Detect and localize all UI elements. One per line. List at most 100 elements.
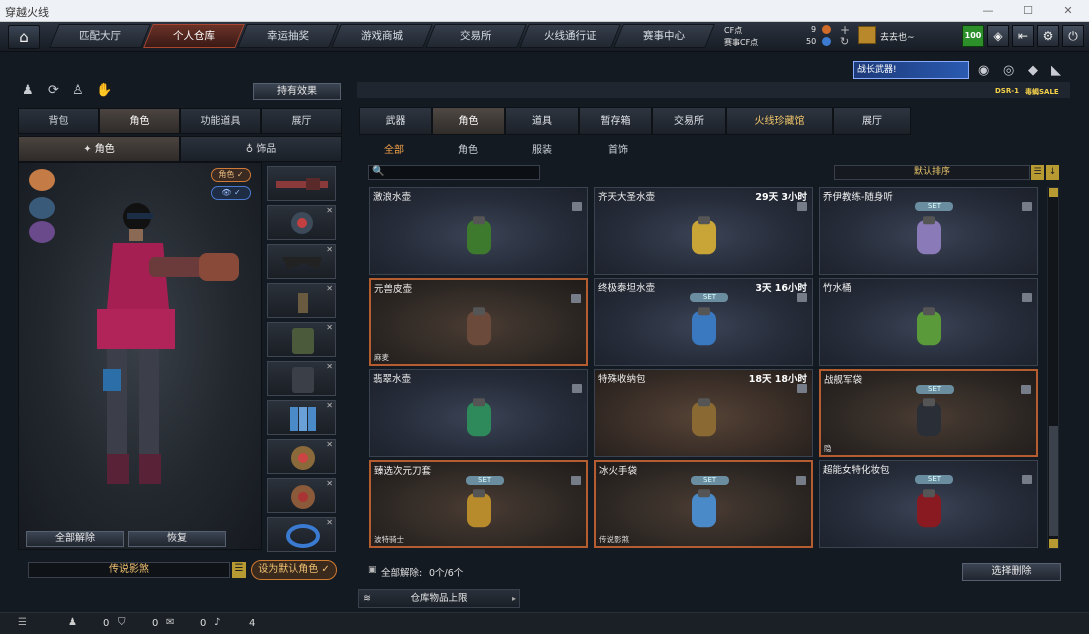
sort-select[interactable]: 默认排序 [834, 165, 1030, 180]
unequip-all-button[interactable]: 全部解除 [26, 531, 124, 547]
tab-showroom[interactable]: 展厅 [261, 108, 342, 134]
remove-icon[interactable]: ✕ [326, 284, 333, 293]
lock-icon[interactable] [572, 384, 582, 393]
equip-slot-item-5[interactable]: ✕ [267, 439, 336, 474]
maximize-icon[interactable]: ☐ [1008, 0, 1048, 22]
refresh-icon[interactable]: ↻ [840, 35, 849, 48]
lock-icon[interactable] [797, 293, 807, 302]
item-card[interactable]: 乔伊教练-随身听 SET [819, 187, 1038, 275]
subtab-jewelry[interactable]: 首饰 [581, 141, 655, 156]
shield-icon[interactable]: ⛉ [118, 617, 126, 628]
equip-slot-item-7[interactable]: ✕ [267, 517, 336, 552]
lock-icon[interactable] [796, 476, 806, 485]
item-card[interactable]: 竹水桶 [819, 278, 1038, 366]
pose-icon[interactable]: ♙ [72, 83, 84, 98]
toggle-visibility[interactable]: 👁 ✓ [211, 186, 251, 200]
item-card[interactable]: 特殊收纳包 18天 18小时 [594, 369, 813, 457]
lock-icon[interactable] [797, 202, 807, 211]
lock-icon[interactable] [1022, 202, 1032, 211]
home-icon[interactable]: ⌂ [8, 25, 40, 49]
rotate-icon[interactable]: ⟳ [48, 83, 59, 98]
lock-icon[interactable] [571, 294, 581, 303]
tab-function-items[interactable]: 功能道具 [180, 108, 261, 134]
tab-collection[interactable]: 火线珍藏馆 [726, 107, 833, 135]
lock-icon[interactable] [797, 384, 807, 393]
scrollbar[interactable] [1047, 187, 1059, 549]
item-card[interactable]: 超能女特化妆包 SET [819, 460, 1038, 548]
character-preview[interactable]: 角色 ✓ 👁 ✓ [18, 162, 262, 550]
avatar[interactable] [858, 26, 876, 44]
remove-icon[interactable]: ✕ [326, 440, 333, 449]
tab-character[interactable]: 角色 [99, 108, 180, 134]
speaker-icon[interactable]: ♪ [214, 617, 220, 628]
equip-slot-item-4[interactable]: ✕ [267, 400, 336, 435]
toggle-role[interactable]: 角色 ✓ [211, 168, 251, 182]
tab-backpack[interactable]: 背包 [18, 108, 99, 134]
subtab-character[interactable]: ✦ 角色 [18, 136, 180, 162]
close-icon[interactable]: ✕ [1048, 0, 1088, 22]
minimize-icon[interactable]: — [968, 0, 1008, 22]
badge-3-icon[interactable]: ◆ [1028, 63, 1038, 78]
equip-slot-mask[interactable]: ✕ [267, 205, 336, 240]
equip-slot-glasses[interactable]: ✕ [267, 244, 336, 279]
chat-icon[interactable]: ✉ [166, 617, 174, 628]
lock-icon[interactable] [1022, 293, 1032, 302]
tab-weapons[interactable]: 武器 [359, 107, 432, 135]
holding-effect-button[interactable]: 持有效果 [253, 83, 341, 100]
settings-gear-icon[interactable]: ⚙ [1037, 25, 1059, 47]
item-card[interactable]: 激浪水壶 [369, 187, 588, 275]
search-input[interactable]: 🔍 [368, 165, 540, 180]
sort-down-icon[interactable]: ↓ [1046, 165, 1059, 180]
sort-list-icon[interactable]: ☰ [1031, 165, 1044, 180]
tab-exchange[interactable]: 交易所 [652, 107, 726, 135]
lock-icon[interactable] [1021, 385, 1031, 394]
exit-room-icon[interactable]: ⇤ [1012, 25, 1034, 47]
hand-icon[interactable]: ✋ [96, 83, 112, 98]
badge-4-icon[interactable]: ◣ [1051, 63, 1061, 78]
remove-icon[interactable]: ✕ [326, 518, 333, 527]
item-card[interactable]: 冰火手袋 SET 传说影煞 [594, 460, 813, 548]
scroll-down-icon[interactable] [1049, 539, 1058, 548]
nav-tab-exchange[interactable]: 交易所 [425, 24, 527, 48]
wing-purple-icon[interactable] [29, 221, 55, 243]
equip-slot-item-3[interactable]: ✕ [267, 361, 336, 396]
select-remove-button[interactable]: 选择删除 [962, 563, 1061, 581]
equip-slot-item-2[interactable]: ✕ [267, 322, 336, 357]
rank-icon[interactable]: ◈ [987, 25, 1009, 47]
nav-tab-match-lobby[interactable]: 匹配大厅 [49, 24, 151, 48]
list-icon[interactable]: ☰ [232, 562, 246, 578]
nav-tab-mall[interactable]: 游戏商城 [331, 24, 433, 48]
tab-storage[interactable]: 暂存箱 [579, 107, 652, 135]
tab-roles[interactable]: 角色 [432, 107, 505, 135]
nav-tab-warehouse[interactable]: 个人仓库 [143, 24, 245, 48]
nav-tab-events[interactable]: 赛事中心 [613, 24, 715, 48]
lock-icon[interactable] [1022, 475, 1032, 484]
power-icon[interactable]: ⏻ [1062, 25, 1084, 47]
subtab-accessories[interactable]: ♁ 饰品 [180, 136, 342, 162]
tab-hall[interactable]: 展厅 [833, 107, 911, 135]
subtab-clothing[interactable]: 服装 [505, 141, 579, 156]
nav-tab-battle-pass[interactable]: 火线通行证 [519, 24, 621, 48]
weapon-banner[interactable]: 战长武器! [853, 61, 969, 79]
equip-slot-item-6[interactable]: ✕ [267, 478, 336, 513]
equip-slot-weapon[interactable] [267, 166, 336, 201]
item-card[interactable]: 元兽皮壶 麻麦 [369, 278, 588, 366]
item-card[interactable]: 终极泰坦水壶 3天 16小时 SET [594, 278, 813, 366]
scroll-thumb[interactable] [1049, 426, 1058, 536]
remove-icon[interactable]: ✕ [326, 206, 333, 215]
subtab-roles[interactable]: 角色 [431, 141, 505, 156]
lock-icon[interactable] [571, 476, 581, 485]
unequip-checkbox-icon[interactable]: ▣ [368, 565, 377, 575]
item-card[interactable]: 战舰军袋 SET 隐 [819, 369, 1038, 457]
character-icon[interactable]: ♟ [22, 83, 34, 98]
remove-icon[interactable]: ✕ [326, 245, 333, 254]
menu-icon[interactable]: ☰ [18, 617, 27, 628]
restore-button[interactable]: 恢复 [128, 531, 226, 547]
capacity-button[interactable]: ≋ 仓库物品上限 ▸ [358, 589, 520, 608]
remove-icon[interactable]: ✕ [326, 401, 333, 410]
remove-icon[interactable]: ✕ [326, 479, 333, 488]
set-default-character-button[interactable]: 设为默认角色 ✓ [251, 560, 337, 580]
item-card[interactable]: 齐天大圣水壶 29天 3小时 [594, 187, 813, 275]
nav-tab-lottery[interactable]: 幸运抽奖 [237, 24, 339, 48]
badge-2-icon[interactable]: ◎ [1003, 63, 1014, 78]
